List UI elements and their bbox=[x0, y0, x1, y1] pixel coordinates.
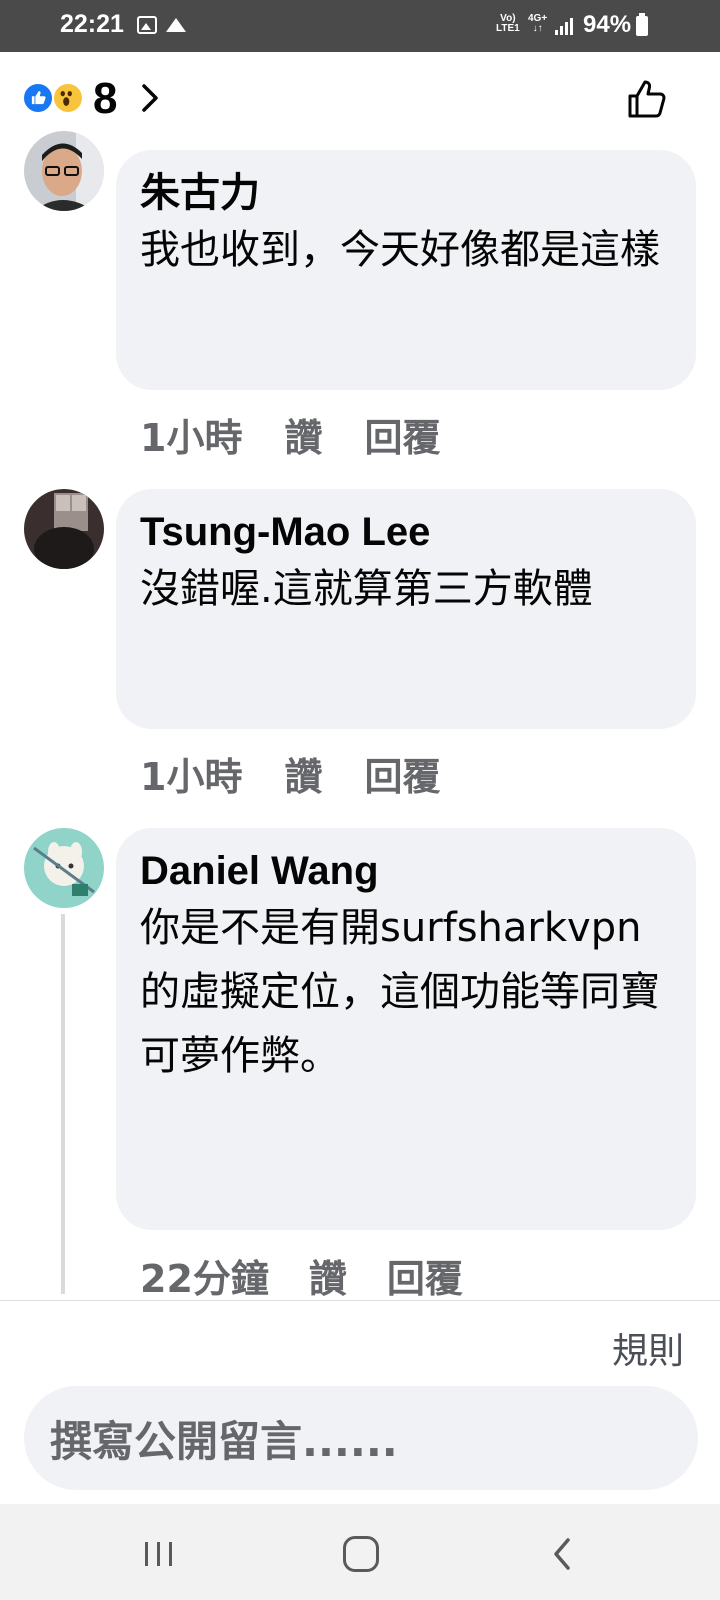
recent-apps-icon[interactable] bbox=[143, 1540, 175, 1568]
volte-indicator: Vo) LTE1 bbox=[496, 14, 520, 34]
avatar[interactable] bbox=[24, 828, 104, 908]
comment-text: 我也收到，今天好像都是這樣 bbox=[140, 227, 660, 273]
comment-bubble[interactable]: Daniel Wang 你是不是有開surfsharkvpn的虛擬定位，這個功能… bbox=[116, 828, 696, 1230]
footer-divider bbox=[0, 1300, 720, 1301]
reply-link[interactable]: 回覆 bbox=[387, 1248, 463, 1301]
network-type: 4G+ ↓↑ bbox=[528, 14, 547, 34]
comment-actions: 1小時 讚 回覆 bbox=[140, 407, 440, 460]
reply-link[interactable]: 回覆 bbox=[364, 746, 440, 799]
reply-link[interactable]: 回覆 bbox=[364, 407, 440, 460]
comment-actions: 22分鐘 讚 回覆 bbox=[140, 1248, 463, 1301]
status-time: 22:21 bbox=[60, 10, 124, 38]
comment-composer[interactable]: 撰寫公開留言...... bbox=[24, 1386, 698, 1490]
battery-icon bbox=[636, 13, 648, 36]
battery-percent: 94% bbox=[583, 11, 632, 38]
avatar[interactable] bbox=[24, 489, 104, 569]
back-icon[interactable] bbox=[548, 1536, 578, 1572]
chevron-right-icon[interactable] bbox=[132, 80, 168, 116]
signal-icon bbox=[555, 18, 573, 35]
comment-author[interactable]: Tsung-Mao Lee bbox=[140, 507, 672, 557]
comment-bubble[interactable]: Tsung-Mao Lee 沒錯喔.這就算第三方軟體 bbox=[116, 489, 696, 729]
rules-link[interactable]: 規則 bbox=[612, 1322, 684, 1374]
composer-placeholder: 撰寫公開留言...... bbox=[50, 1416, 398, 1466]
thread-line bbox=[61, 914, 65, 1294]
wow-reaction-icon bbox=[52, 82, 84, 114]
comment-bubble[interactable]: 朱古力 我也收到，今天好像都是這樣 bbox=[116, 150, 696, 390]
status-bar: 22:21 Vo) LTE1 4G+ ↓↑ 94% bbox=[0, 0, 720, 52]
home-icon[interactable] bbox=[343, 1536, 379, 1572]
like-link[interactable]: 讚 bbox=[284, 746, 322, 799]
reaction-count[interactable]: 8 bbox=[93, 74, 117, 124]
comment-timestamp[interactable]: 1小時 bbox=[140, 407, 242, 460]
data-arrows-icon: ↓↑ bbox=[532, 23, 543, 34]
like-button-icon[interactable] bbox=[624, 76, 670, 122]
like-reaction-icon bbox=[22, 82, 54, 114]
system-nav-bar bbox=[0, 1504, 720, 1600]
comment-author[interactable]: Daniel Wang bbox=[140, 846, 672, 896]
mountain-icon bbox=[166, 18, 186, 32]
comment-timestamp[interactable]: 1小時 bbox=[140, 746, 242, 799]
like-link[interactable]: 讚 bbox=[284, 407, 322, 460]
lte-label: LTE1 bbox=[496, 23, 520, 34]
comment-author[interactable]: 朱古力 bbox=[140, 168, 672, 218]
comment-actions: 1小時 讚 回覆 bbox=[140, 746, 440, 799]
comment-text: 沒錯喔.這就算第三方軟體 bbox=[140, 566, 593, 612]
gallery-icon bbox=[137, 16, 157, 34]
reactions-header: 8 bbox=[0, 52, 720, 148]
comment-timestamp[interactable]: 22分鐘 bbox=[140, 1248, 269, 1301]
like-link[interactable]: 讚 bbox=[309, 1248, 347, 1301]
comment-text: 你是不是有開surfsharkvpn的虛擬定位，這個功能等同寶可夢作弊。 bbox=[140, 905, 660, 1079]
avatar[interactable] bbox=[24, 131, 104, 211]
